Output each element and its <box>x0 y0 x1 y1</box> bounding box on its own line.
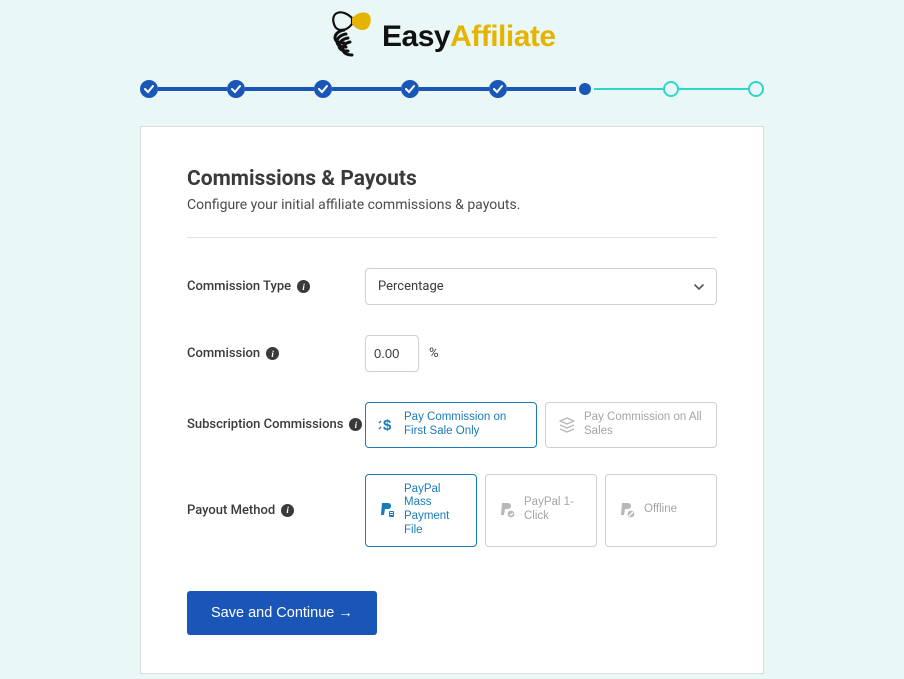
step-2 <box>227 80 245 98</box>
info-icon[interactable]: i <box>297 280 310 293</box>
dollar-icon: $ <box>378 416 396 434</box>
paypal-click-icon <box>498 501 516 519</box>
brand-logo: EasyAffiliate <box>0 0 904 80</box>
option-label: Pay Commission on First Sale Only <box>404 411 524 439</box>
label-payout-method: Payout Method i <box>187 503 365 518</box>
stack-icon <box>558 416 576 434</box>
label-text: Subscription Commissions <box>187 417 343 432</box>
info-icon[interactable]: i <box>281 504 294 517</box>
step-line <box>679 88 748 90</box>
payout-options: PayPal Mass Payment File PayPal 1-Click … <box>365 474 717 547</box>
page-title: Commissions & Payouts <box>187 167 717 191</box>
step-line <box>245 87 314 91</box>
option-label: Offline <box>644 503 677 517</box>
step-5 <box>489 80 507 98</box>
brand-text-b: Affiliate <box>450 20 556 53</box>
label-commission: Commission i <box>187 346 365 361</box>
row-payout-method: Payout Method i PayPal Mass Payment File… <box>187 474 717 547</box>
commission-type-select-wrap: Percentage <box>365 268 717 305</box>
step-line <box>158 87 227 91</box>
option-label: PayPal Mass Payment File <box>404 483 464 538</box>
option-paypal-mass[interactable]: PayPal Mass Payment File <box>365 474 477 547</box>
step-3 <box>314 80 332 98</box>
page-description: Configure your initial affiliate commiss… <box>187 197 717 213</box>
settings-card: Commissions & Payouts Configure your ini… <box>140 126 764 674</box>
step-6-current <box>576 80 594 98</box>
label-text: Commission <box>187 346 260 361</box>
option-offline[interactable]: Offline <box>605 474 717 547</box>
svg-text:$: $ <box>383 417 392 434</box>
option-label: PayPal 1-Click <box>524 496 584 524</box>
row-subscription-commissions: Subscription Commissions i $ Pay Commiss… <box>187 402 717 448</box>
save-continue-button[interactable]: Save and Continue → <box>187 591 377 635</box>
option-all-sales[interactable]: Pay Commission on All Sales <box>545 402 717 448</box>
bee-logo-icon: EasyAffiliate <box>322 10 582 60</box>
label-text: Commission Type <box>187 279 291 294</box>
svg-text:EasyAffiliate: EasyAffiliate <box>382 20 556 53</box>
commission-type-select[interactable]: Percentage <box>365 268 717 305</box>
step-7 <box>663 81 679 97</box>
paypal-offline-icon <box>618 501 636 519</box>
commission-input[interactable] <box>365 335 419 372</box>
option-first-sale-only[interactable]: $ Pay Commission on First Sale Only <box>365 402 537 448</box>
step-8 <box>748 81 764 97</box>
progress-stepper <box>0 80 904 126</box>
label-commission-type: Commission Type i <box>187 279 365 294</box>
row-commission: Commission i % <box>187 335 717 372</box>
paypal-file-icon <box>378 501 396 519</box>
row-commission-type: Commission Type i Percentage <box>187 268 717 305</box>
step-line <box>332 87 401 91</box>
subscription-options: $ Pay Commission on First Sale Only Pay … <box>365 402 717 448</box>
commission-unit: % <box>429 346 439 361</box>
step-line <box>594 88 663 90</box>
info-icon[interactable]: i <box>349 418 362 431</box>
label-subscription-commissions: Subscription Commissions i <box>187 417 365 432</box>
step-line <box>507 87 576 91</box>
step-1 <box>140 80 158 98</box>
divider <box>187 237 717 238</box>
step-4 <box>401 80 419 98</box>
step-line <box>419 87 488 91</box>
label-text: Payout Method <box>187 503 275 518</box>
option-label: Pay Commission on All Sales <box>584 411 704 439</box>
info-icon[interactable]: i <box>266 347 279 360</box>
brand-text-a: Easy <box>382 20 451 53</box>
option-paypal-oneclick[interactable]: PayPal 1-Click <box>485 474 597 547</box>
